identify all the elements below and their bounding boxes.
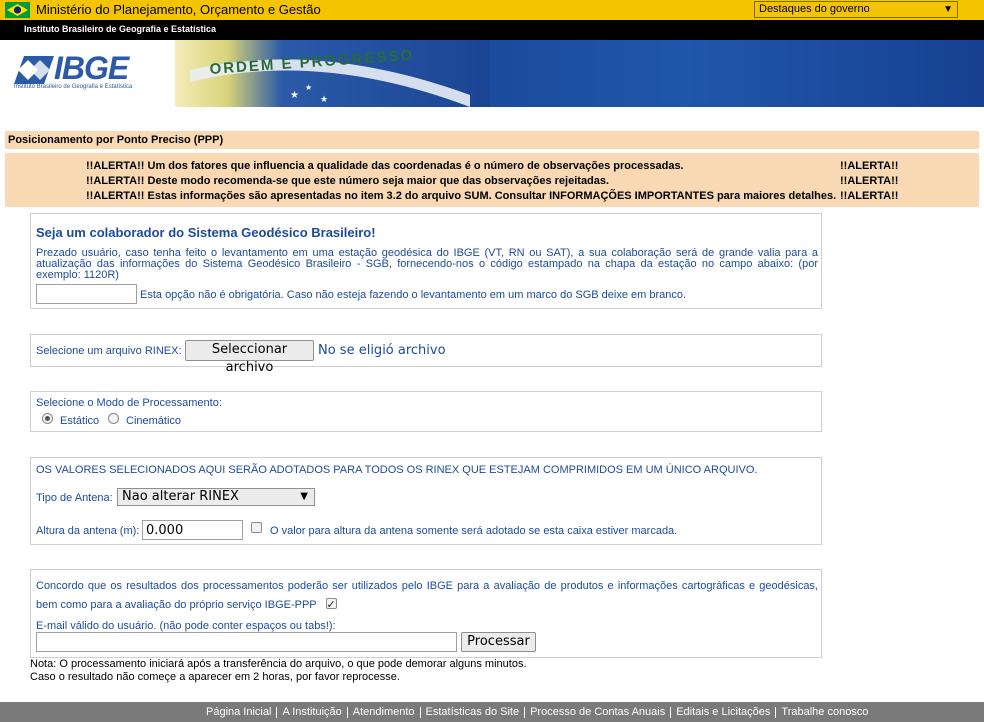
logo-subtitle: Instituto Brasileiro de Geografia e Esta… — [14, 84, 133, 90]
government-bar: Ministério do Planejamento, Orçamento e … — [0, 0, 984, 20]
consent-section: Concordo que os resultados dos processam… — [30, 569, 822, 658]
collaborator-section: Seja um colaborador do Sistema Geodésico… — [30, 213, 822, 309]
alert-tag: !!ALERTA!! — [840, 175, 899, 187]
banner-background — [490, 40, 984, 107]
station-code-input[interactable] — [36, 284, 137, 304]
alert-line: !!ALERTA!! Deste modo recomenda-se que e… — [86, 175, 610, 187]
email-input[interactable] — [36, 632, 457, 652]
alert-tag: !!ALERTA!! — [840, 190, 899, 202]
compressed-rinex-notice: OS VALORES SELECIONADOS AQUI SERÃO ADOTA… — [36, 464, 758, 476]
antenna-height-input[interactable] — [142, 520, 243, 540]
kinematic-mode-radio[interactable] — [108, 413, 119, 424]
antenna-type-label: Tipo de Antena: — [36, 492, 113, 504]
collaborator-title: Seja um colaborador do Sistema Geodésico… — [36, 225, 376, 240]
flag-motto-art: ORDEM E PROGRESSO ★ ★ ★ — [170, 40, 490, 107]
note-line: Caso o resultado não começe a aparecer e… — [30, 671, 400, 683]
rinex-section: Selecione um arquivo RINEX: Seleccionar … — [30, 334, 822, 375]
institute-name: Instituto Brasileiro de Geografia e Esta… — [24, 24, 217, 34]
ibge-logo-icon — [14, 56, 54, 84]
static-mode-label[interactable]: Estático — [60, 415, 99, 427]
alert-panel: !!ALERTA!! Um dos fatores que influencia… — [5, 153, 979, 207]
svg-text:★: ★ — [305, 83, 312, 92]
processing-notes: Nota: O processamento iniciará após a tr… — [30, 658, 527, 684]
footer-link-statistics[interactable]: Estatísticas do Site — [421, 706, 526, 718]
footer-link-annual-accounts[interactable]: Processo de Contas Anuais — [525, 706, 672, 718]
page-title: Posicionamento por Ponto Preciso (PPP) — [8, 134, 224, 146]
footer-link-careers[interactable]: Trabalhe conosco — [776, 706, 873, 718]
alert-line: !!ALERTA!! Estas informações são apresen… — [86, 190, 837, 202]
choose-file-button[interactable]: Seleccionar archivo — [185, 340, 314, 375]
svg-text:★: ★ — [320, 94, 328, 104]
government-highlights-dropdown[interactable]: Destaques do governo ▼ — [754, 1, 958, 18]
processing-mode-label: Selecione o Modo de Processamento: — [36, 397, 222, 409]
consent-text: Concordo que os resultados dos processam… — [36, 577, 818, 615]
brazil-flag-icon — [5, 2, 30, 18]
footer-links: Página Inicial A Instituição Atendimento… — [201, 702, 873, 722]
email-label: E-mail válido do usuário. (não pode cont… — [36, 620, 336, 632]
ministry-link[interactable]: Ministério do Planejamento, Orçamento e … — [36, 2, 321, 18]
kinematic-mode-label[interactable]: Cinemático — [126, 415, 181, 427]
svg-text:★: ★ — [290, 90, 299, 101]
antenna-type-select[interactable]: Nao alterar RINEX ▼ — [117, 488, 315, 506]
process-button[interactable]: Processar — [461, 632, 536, 652]
rinex-label: Selecione um arquivo RINEX: — [36, 345, 182, 357]
antenna-type-value: Nao alterar RINEX — [122, 489, 239, 504]
antenna-height-hint: O valor para altura da antena somente se… — [270, 525, 678, 537]
footer-link-home[interactable]: Página Inicial — [201, 706, 278, 718]
chevron-down-icon: ▼ — [300, 491, 308, 502]
institute-bar: Instituto Brasileiro de Geografia e Esta… — [0, 20, 984, 40]
alert-tag: !!ALERTA!! — [840, 160, 899, 172]
alert-line: !!ALERTA!! Um dos fatores que influencia… — [86, 160, 684, 172]
footer-link-institution[interactable]: A Instituição — [277, 706, 348, 718]
logo-text: IBGE — [54, 50, 129, 86]
static-mode-radio[interactable] — [42, 413, 53, 424]
consent-checkbox[interactable] — [325, 596, 337, 615]
chevron-down-icon: ▼ — [943, 4, 953, 15]
consent-statement: Concordo que os resultados dos processam… — [36, 580, 818, 611]
collaborator-description: Prezado usuário, caso tenha feito o leva… — [36, 247, 818, 281]
footer: Página Inicial A Instituição Atendimento… — [0, 702, 984, 722]
ibge-logo[interactable]: IBGE Instituto Brasileiro de Geografia e… — [0, 40, 175, 107]
header-banner: ORDEM E PROGRESSO ★ ★ ★ IBGE Instituto B… — [0, 40, 984, 107]
dropdown-label: Destaques do governo — [759, 3, 870, 15]
footer-link-tenders[interactable]: Editais e Licitações — [671, 706, 777, 718]
antenna-height-label: Altura da antena (m): — [36, 525, 140, 537]
file-status: No se eligió archivo — [318, 343, 446, 358]
note-line: Nota: O processamento iniciará após a tr… — [30, 658, 527, 670]
station-code-hint: Esta opção não é obrigatória. Caso não e… — [140, 289, 687, 301]
page-title-bar: Posicionamento por Ponto Preciso (PPP) — [5, 131, 979, 149]
processing-mode-section: Selecione o Modo de Processamento: Estát… — [30, 391, 822, 432]
antenna-section: OS VALORES SELECIONADOS AQUI SERÃO ADOTA… — [30, 457, 822, 545]
footer-link-support[interactable]: Atendimento — [348, 706, 421, 718]
antenna-height-checkbox[interactable] — [251, 522, 262, 533]
